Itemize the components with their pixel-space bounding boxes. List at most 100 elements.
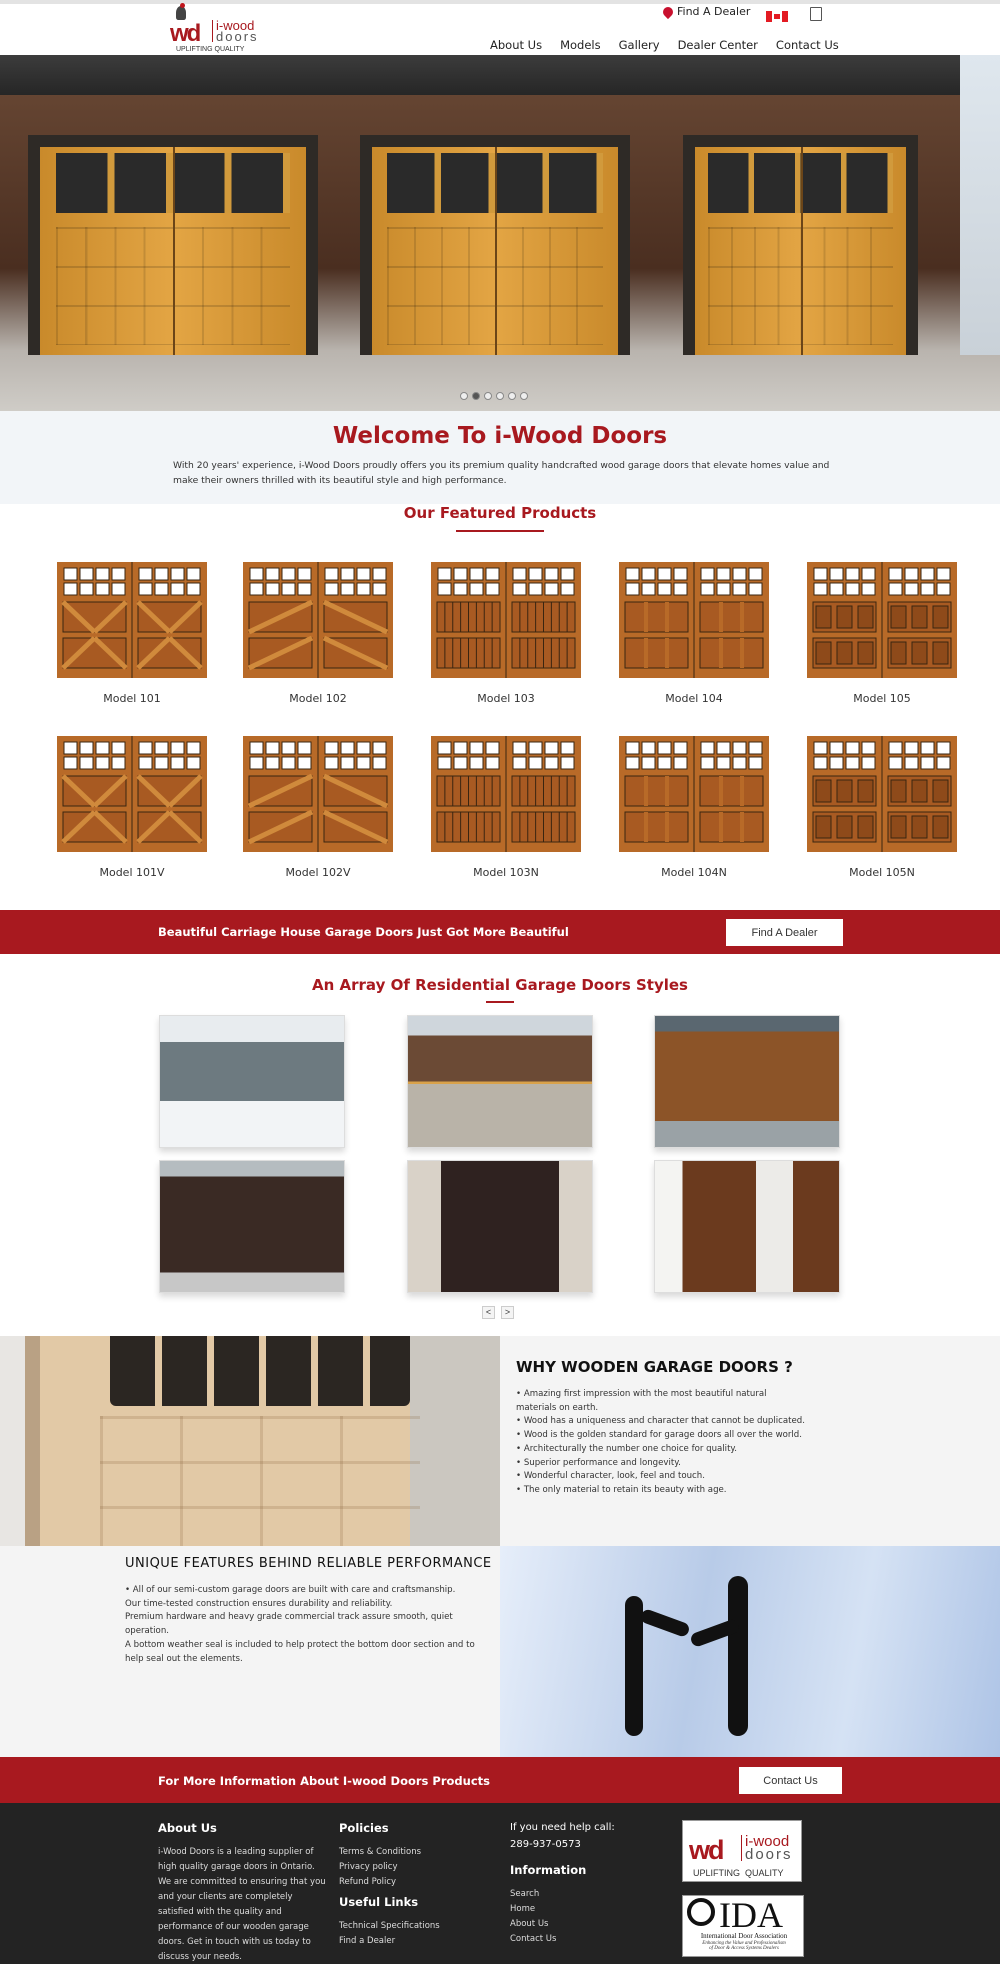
product-card[interactable]: Model 103N [413, 736, 599, 879]
hero-garage-door [28, 135, 318, 355]
slider-dot[interactable] [472, 392, 480, 400]
why-item-text: Wood has a uniqueness and character that… [523, 1416, 805, 1427]
product-label: Model 103N [473, 866, 539, 879]
gallery-image[interactable] [654, 1160, 840, 1293]
welcome-title: Welcome To i-Wood Doors [332, 423, 668, 449]
featured-title: Our Featured Products [403, 504, 597, 522]
find-dealer-link[interactable]: Find A Dealer [660, 4, 751, 19]
nav-about-us[interactable]: About Us [490, 38, 542, 52]
product-card[interactable]: Model 101 [39, 562, 225, 705]
garage-door-image [243, 562, 393, 678]
garage-door-image [807, 736, 957, 852]
tech-specs-link[interactable]: Technical Specifications [339, 1919, 440, 1934]
why-item: • Architecturally the number one choice … [516, 1443, 738, 1454]
why-item-text: Wood is the golden standard for garage d… [523, 1430, 802, 1441]
nav-gallery[interactable]: Gallery [619, 38, 660, 52]
phone-number[interactable]: 289-937-0573 [510, 1836, 615, 1853]
slider-dot[interactable] [484, 392, 492, 400]
why-title: WHY WOODEN GARAGE DOORS ? [516, 1358, 793, 1376]
footer-iwood-logo: wd i-wood doors UPLIFTING QUALITY [682, 1820, 802, 1882]
unique-list: • All of our semi-custom garage doors ar… [125, 1584, 495, 1666]
slider-dot[interactable] [496, 392, 504, 400]
contact-cta-band: For More Information About I-wood Doors … [0, 1757, 1000, 1803]
product-label: Model 105 [853, 692, 911, 705]
footer-about-text: i-Wood Doors is a leading supplier of hi… [158, 1847, 326, 1962]
nav-contact-us[interactable]: Contact Us [776, 38, 839, 52]
home-link[interactable]: Home [510, 1902, 556, 1917]
woodpecker-icon [176, 3, 186, 20]
why-item: • Wonderful character, look, feel and to… [516, 1471, 705, 1482]
garage-door-image [57, 562, 207, 678]
why-item-text: The only material to retain its beauty w… [523, 1484, 727, 1495]
terms-link[interactable]: Terms & Conditions [339, 1845, 421, 1860]
gallery-next-button[interactable]: > [501, 1306, 514, 1319]
unique-features-section: UNIQUE FEATURES BEHIND RELIABLE PERFORMA… [0, 1546, 500, 1757]
help-label: If you need help call: [510, 1822, 615, 1833]
wooden-door-photo [0, 1336, 500, 1546]
why-item-text: Superior performance and longevity. [523, 1457, 681, 1468]
unique-item: • All of our semi-custom garage doors ar… [125, 1585, 456, 1595]
nav-models[interactable]: Models [560, 38, 601, 52]
footer-useful-title: Useful Links [339, 1895, 419, 1909]
site-footer: About Us i-Wood Doors is a leading suppl… [0, 1803, 1000, 1964]
unique-item: A bottom weather seal is included to hel… [125, 1639, 475, 1664]
cta-text: For More Information About I-wood Doors … [158, 1774, 490, 1788]
map-pin-icon [660, 4, 676, 19]
product-card[interactable]: Model 102V [225, 736, 411, 879]
garage-door-image [619, 736, 769, 852]
product-card[interactable]: Model 102 [225, 562, 411, 705]
main-nav: About Us Models Gallery Dealer Center Co… [490, 38, 857, 52]
site-logo[interactable]: wd i-wood doors UPLIFTING QUALITY [168, 3, 264, 54]
nav-dealer-center[interactable]: Dealer Center [678, 38, 758, 52]
cta-text: Beautiful Carriage House Garage Doors Ju… [158, 925, 569, 939]
garage-door-image [431, 736, 581, 852]
contact-link[interactable]: Contact Us [510, 1932, 556, 1947]
find-dealer-footer-link[interactable]: Find a Dealer [339, 1934, 440, 1949]
product-card[interactable]: Model 105N [789, 736, 975, 879]
why-wooden-section: WHY WOODEN GARAGE DOORS ? • Amazing firs… [500, 1336, 1000, 1546]
contact-us-button[interactable]: Contact Us [739, 1767, 842, 1794]
why-item: • Amazing first impression with the most… [516, 1389, 767, 1413]
gallery-title: An Array Of Residential Garage Doors Sty… [312, 976, 688, 994]
hero-garage-door [683, 135, 918, 355]
product-label: Model 105N [849, 866, 915, 879]
product-card[interactable]: Model 105 [789, 562, 975, 705]
find-dealer-button[interactable]: Find A Dealer [726, 919, 843, 946]
unique-item: Our time-tested construction ensures dur… [125, 1598, 393, 1609]
product-card[interactable]: Model 104N [601, 736, 787, 879]
gallery-image[interactable] [159, 1160, 345, 1293]
product-card[interactable]: Model 101V [39, 736, 225, 879]
canada-flag-icon[interactable] [766, 11, 788, 22]
slider-dot[interactable] [508, 392, 516, 400]
footer-policies-title: Policies [339, 1821, 389, 1835]
find-dealer-label: Find A Dealer [677, 5, 751, 18]
gallery-prev-button[interactable]: < [482, 1306, 495, 1319]
dealer-cta-band: Beautiful Carriage House Garage Doors Ju… [0, 910, 1000, 954]
product-card[interactable]: Model 104 [601, 562, 787, 705]
why-item: • Wood has a uniqueness and character th… [516, 1416, 805, 1427]
why-item-text: Wonderful character, look, feel and touc… [523, 1471, 705, 1482]
slider-dot[interactable] [460, 392, 468, 400]
hero-garage-door [360, 135, 630, 355]
footer-info-title: Information [510, 1863, 587, 1877]
search-link[interactable]: Search [510, 1887, 556, 1902]
garage-door-image [57, 736, 207, 852]
privacy-link[interactable]: Privacy policy [339, 1860, 421, 1875]
logo-name-bottom: doors [216, 29, 259, 44]
product-label: Model 101 [103, 692, 161, 705]
gallery-image[interactable] [407, 1160, 593, 1293]
refund-link[interactable]: Refund Policy [339, 1875, 421, 1890]
welcome-text: With 20 years' experience, i-Wood Doors … [173, 460, 830, 486]
footer-about-title: About Us [158, 1821, 217, 1835]
hero-slider[interactable] [0, 55, 1000, 411]
about-link[interactable]: About Us [510, 1917, 556, 1932]
hero-sky [960, 55, 1000, 355]
gallery-image[interactable] [654, 1015, 840, 1148]
slider-dot[interactable] [520, 392, 528, 400]
product-card[interactable]: Model 103 [413, 562, 599, 705]
shopping-bag-icon[interactable] [810, 7, 822, 21]
garage-door-image [243, 736, 393, 852]
gallery-image[interactable] [407, 1015, 593, 1148]
logo-tagline: UPLIFTING QUALITY [176, 46, 245, 53]
gallery-image[interactable] [159, 1015, 345, 1148]
